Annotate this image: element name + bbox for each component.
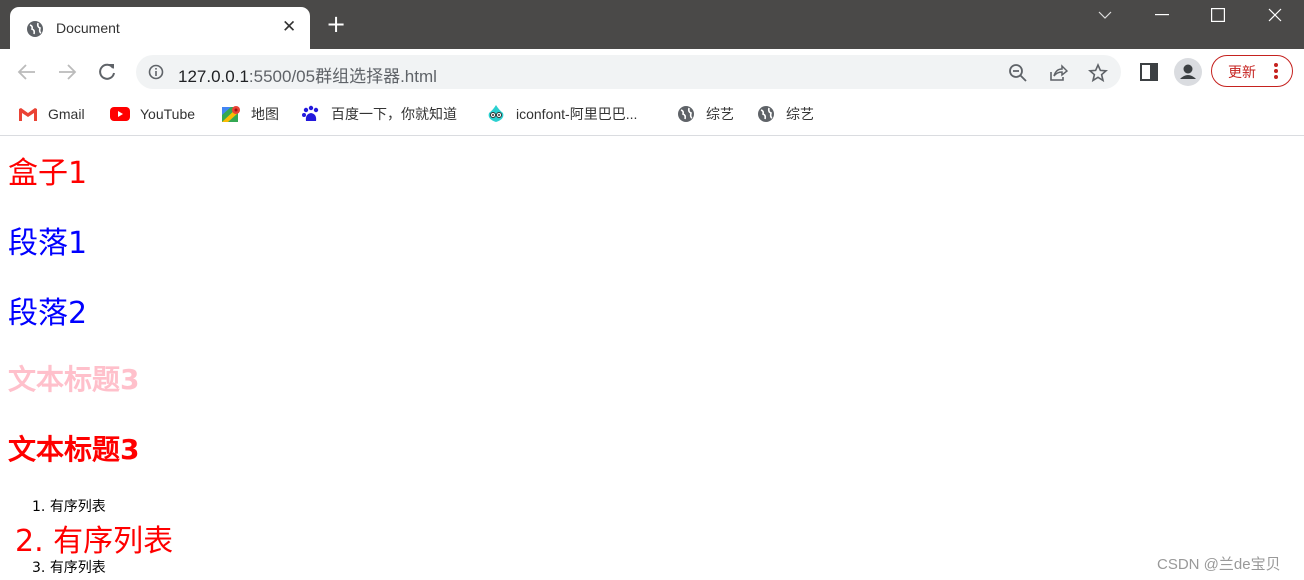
reload-icon[interactable] (97, 62, 117, 82)
url-path: :5500/05群组选择器.html (248, 67, 437, 86)
tab-strip: Document ✕ + (0, 0, 1304, 49)
minimize-icon[interactable] (1155, 14, 1169, 16)
bookmark-gmail[interactable]: Gmail (18, 104, 85, 124)
url-text[interactable]: 127.0.0.1:5500/05群组选择器.html (178, 62, 437, 87)
heading-red: 文本标题3 (8, 433, 140, 466)
bookmark-star-icon[interactable] (1088, 63, 1108, 83)
bookmark-zongyi-1[interactable]: 综艺 (676, 104, 734, 124)
box-div: 盒子1 (8, 156, 88, 191)
iconfont-icon (488, 105, 504, 122)
bookmark-label: Gmail (48, 106, 85, 122)
site-info-icon[interactable] (148, 64, 164, 80)
tab-document[interactable]: Document ✕ (10, 7, 310, 49)
globe-icon (758, 106, 774, 122)
list-marker: 1. (32, 499, 46, 515)
bookmark-label: 地图 (251, 106, 279, 122)
maximize-icon[interactable] (1211, 8, 1225, 22)
url-host: 127.0.0.1 (178, 67, 249, 86)
baidu-icon (302, 105, 319, 121)
address-bar[interactable]: 127.0.0.1:5500/05群组选择器.html (136, 55, 1121, 89)
paragraph-2: 段落2 (8, 296, 88, 331)
list-item: 3. 有序列表 (32, 557, 106, 577)
globe-icon (678, 106, 694, 122)
browser-toolbar: 127.0.0.1:5500/05群组选择器.html 更新 (0, 49, 1304, 95)
bookmarks-bar: Gmail YouTube 地图 百度一下，你就知道 iconfont-阿里巴巴… (0, 95, 1304, 136)
heading-pink: 文本标题3 (8, 363, 140, 396)
csdn-watermark: CSDN @兰de宝贝 (1157, 556, 1281, 573)
menu-kebab-icon[interactable] (1274, 62, 1278, 80)
window-close-icon[interactable] (1268, 8, 1282, 22)
zoom-out-icon[interactable] (1008, 63, 1028, 83)
bookmark-label: 综艺 (706, 106, 734, 122)
back-icon[interactable] (17, 63, 37, 81)
list-item-text: 有序列表 (49, 499, 106, 515)
youtube-icon (110, 107, 130, 121)
tab-search-chevron-icon[interactable] (1097, 10, 1113, 20)
bookmark-label: 百度一下，你就知道 (331, 106, 457, 122)
bookmark-maps[interactable]: 地图 (221, 104, 279, 124)
tab-title: Document (56, 20, 120, 36)
bookmark-label: YouTube (140, 106, 196, 122)
list-item: 1. 有序列表 (32, 496, 106, 516)
forward-icon[interactable] (57, 63, 77, 81)
list-item-text: 有序列表 (53, 524, 174, 559)
list-item-highlighted: 2. 有序列表 (15, 516, 173, 560)
maps-icon (222, 106, 240, 122)
bookmark-youtube[interactable]: YouTube (110, 104, 195, 124)
list-marker: 3. (32, 560, 46, 576)
gmail-icon (19, 108, 37, 121)
update-label: 更新 (1228, 65, 1256, 81)
bookmark-iconfont[interactable]: iconfont-阿里巴巴... (486, 104, 637, 124)
share-icon[interactable] (1048, 63, 1068, 83)
bookmark-label: 综艺 (786, 106, 814, 122)
bookmark-baidu[interactable]: 百度一下，你就知道 (301, 104, 457, 124)
globe-icon (27, 21, 43, 37)
side-panel-icon[interactable] (1140, 63, 1158, 81)
list-marker: 2. (15, 524, 44, 559)
bookmark-label: iconfont-阿里巴巴... (516, 106, 638, 122)
profile-avatar-icon[interactable] (1174, 58, 1202, 86)
paragraph-1: 段落1 (8, 226, 88, 261)
bookmark-zongyi-2[interactable]: 综艺 (756, 104, 814, 124)
page-content: 盒子1 段落1 段落2 文本标题3 文本标题3 1. 有序列表 2. 有序列表 … (0, 136, 1304, 580)
list-item-text: 有序列表 (49, 560, 106, 576)
tab-close-icon[interactable]: ✕ (282, 17, 296, 37)
new-tab-button[interactable]: + (326, 12, 346, 36)
update-button[interactable]: 更新 (1211, 55, 1293, 87)
